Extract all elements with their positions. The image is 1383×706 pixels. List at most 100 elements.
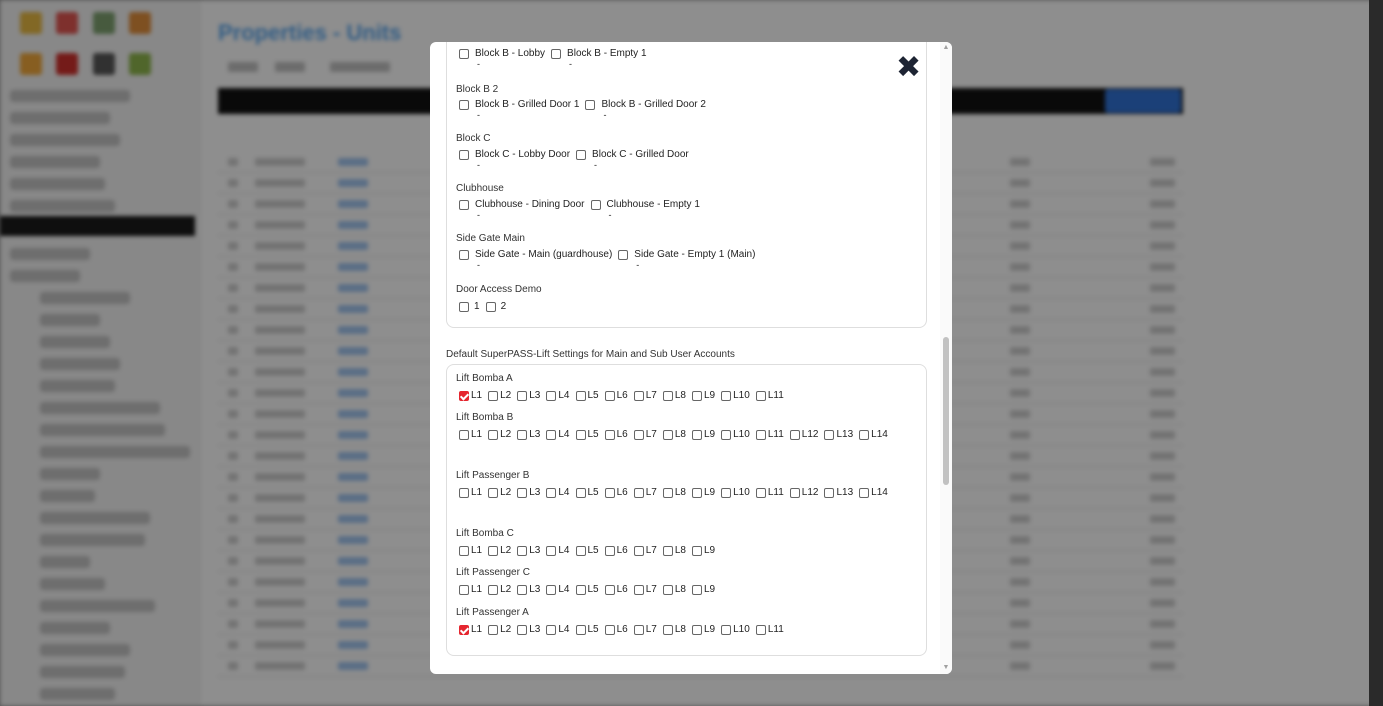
lift-level-option[interactable]: L5: [575, 541, 599, 560]
door-checkbox[interactable]: [618, 250, 629, 260]
lift-level-option[interactable]: L9: [692, 620, 715, 639]
lift-level-option[interactable]: L3: [517, 386, 540, 405]
lift-level-option[interactable]: L2: [488, 483, 511, 502]
scroll-down-arrow-icon[interactable]: ▼: [942, 664, 950, 672]
lift-level-checkbox[interactable]: [575, 391, 586, 401]
door-checkbox[interactable]: [459, 200, 469, 210]
lift-level-checkbox[interactable]: [488, 546, 499, 556]
lift-level-option[interactable]: L11: [755, 386, 784, 405]
lift-level-checkbox[interactable]: [604, 391, 615, 401]
lift-level-option[interactable]: L5: [575, 483, 599, 502]
lift-level-checkbox[interactable]: [546, 430, 557, 440]
modal-scroll-area[interactable]: Block B - Lobby - Block B - Empty 1 - Bl…: [430, 42, 940, 674]
modal-scrollbar[interactable]: ▲ ▼: [940, 42, 952, 674]
door-checkbox[interactable]: [551, 49, 562, 59]
lift-level-checkbox[interactable]: [575, 488, 586, 498]
lift-level-checkbox[interactable]: [692, 391, 702, 401]
lift-level-checkbox[interactable]: [604, 585, 615, 595]
lift-level-checkbox[interactable]: [789, 430, 800, 440]
lift-level-checkbox[interactable]: [604, 488, 615, 498]
lift-level-option[interactable]: L14: [859, 483, 888, 502]
lift-level-option[interactable]: L4: [546, 541, 570, 560]
lift-level-option[interactable]: L8: [662, 580, 686, 599]
lift-level-option[interactable]: L3: [517, 620, 540, 639]
lift-level-option[interactable]: L2: [488, 386, 511, 405]
lift-level-checkbox[interactable]: [633, 625, 644, 635]
lift-level-option[interactable]: L6: [604, 425, 628, 444]
lift-level-checkbox[interactable]: [546, 546, 557, 556]
door-checkbox[interactable]: [459, 250, 469, 260]
lift-level-option[interactable]: L2: [488, 541, 511, 560]
close-icon[interactable]: ✖: [896, 53, 921, 83]
scroll-up-arrow-icon[interactable]: ▲: [942, 44, 950, 52]
lift-level-checkbox[interactable]: [824, 430, 835, 440]
door-checkbox[interactable]: [585, 100, 596, 110]
lift-level-option[interactable]: L1: [459, 580, 482, 599]
lift-level-checkbox[interactable]: [692, 585, 702, 595]
lift-level-option[interactable]: L1: [459, 541, 482, 560]
lift-level-option[interactable]: L6: [604, 386, 628, 405]
lift-level-option[interactable]: L8: [662, 541, 686, 560]
lift-level-option[interactable]: L8: [662, 425, 686, 444]
lift-level-option[interactable]: L6: [604, 580, 628, 599]
lift-level-checkbox[interactable]: [633, 430, 644, 440]
lift-level-checkbox[interactable]: [633, 488, 644, 498]
lift-level-option[interactable]: L7: [633, 620, 657, 639]
lift-level-option[interactable]: L9: [692, 483, 715, 502]
door-option[interactable]: Side Gate - Empty 1 (Main) -: [618, 249, 755, 270]
lift-level-checkbox[interactable]: [488, 585, 499, 595]
lift-level-option[interactable]: L2: [488, 425, 511, 444]
lift-level-option[interactable]: L10: [721, 425, 750, 444]
lift-level-option[interactable]: L12: [789, 483, 818, 502]
lift-level-checkbox[interactable]: [575, 546, 586, 556]
lift-level-checkbox[interactable]: [459, 488, 469, 498]
lift-level-option[interactable]: L13: [824, 425, 853, 444]
lift-level-checkbox[interactable]: [789, 488, 800, 498]
lift-level-checkbox[interactable]: [546, 625, 557, 635]
lift-level-option[interactable]: L3: [517, 580, 540, 599]
door-checkbox[interactable]: [590, 200, 601, 210]
lift-level-checkbox[interactable]: [755, 430, 766, 440]
lift-level-checkbox[interactable]: [459, 391, 469, 401]
lift-level-option[interactable]: L7: [633, 483, 657, 502]
door-option[interactable]: 2: [485, 301, 506, 312]
lift-level-checkbox[interactable]: [721, 391, 732, 401]
lift-level-option[interactable]: L7: [633, 425, 657, 444]
lift-level-option[interactable]: L2: [488, 620, 511, 639]
lift-level-checkbox[interactable]: [517, 585, 528, 595]
lift-level-checkbox[interactable]: [459, 546, 469, 556]
lift-level-checkbox[interactable]: [662, 391, 673, 401]
lift-level-checkbox[interactable]: [604, 625, 615, 635]
door-option[interactable]: Block B - Grilled Door 2 -: [585, 99, 706, 120]
lift-level-checkbox[interactable]: [755, 391, 766, 401]
door-checkbox[interactable]: [459, 302, 469, 312]
lift-level-checkbox[interactable]: [721, 625, 732, 635]
lift-level-checkbox[interactable]: [859, 430, 870, 440]
lift-level-checkbox[interactable]: [517, 625, 528, 635]
lift-level-checkbox[interactable]: [633, 546, 644, 556]
lift-level-option[interactable]: L1: [459, 386, 482, 405]
lift-level-option[interactable]: L2: [488, 580, 511, 599]
lift-level-checkbox[interactable]: [517, 546, 528, 556]
lift-level-checkbox[interactable]: [517, 430, 528, 440]
lift-level-checkbox[interactable]: [633, 585, 644, 595]
lift-level-checkbox[interactable]: [755, 625, 766, 635]
lift-level-option[interactable]: L8: [662, 620, 686, 639]
lift-level-checkbox[interactable]: [721, 488, 732, 498]
lift-level-checkbox[interactable]: [575, 625, 586, 635]
lift-level-option[interactable]: L14: [859, 425, 888, 444]
lift-level-checkbox[interactable]: [575, 585, 586, 595]
door-checkbox[interactable]: [485, 302, 496, 312]
lift-level-checkbox[interactable]: [546, 391, 557, 401]
lift-level-option[interactable]: L10: [721, 386, 750, 405]
lift-level-option[interactable]: L10: [721, 620, 750, 639]
lift-level-option[interactable]: L7: [633, 580, 657, 599]
lift-level-option[interactable]: L5: [575, 580, 599, 599]
lift-level-checkbox[interactable]: [692, 488, 702, 498]
lift-level-option[interactable]: L6: [604, 620, 628, 639]
lift-level-checkbox[interactable]: [546, 488, 557, 498]
lift-level-checkbox[interactable]: [488, 391, 499, 401]
lift-level-option[interactable]: L9: [692, 580, 715, 599]
lift-level-checkbox[interactable]: [662, 625, 673, 635]
lift-level-option[interactable]: L1: [459, 620, 482, 639]
